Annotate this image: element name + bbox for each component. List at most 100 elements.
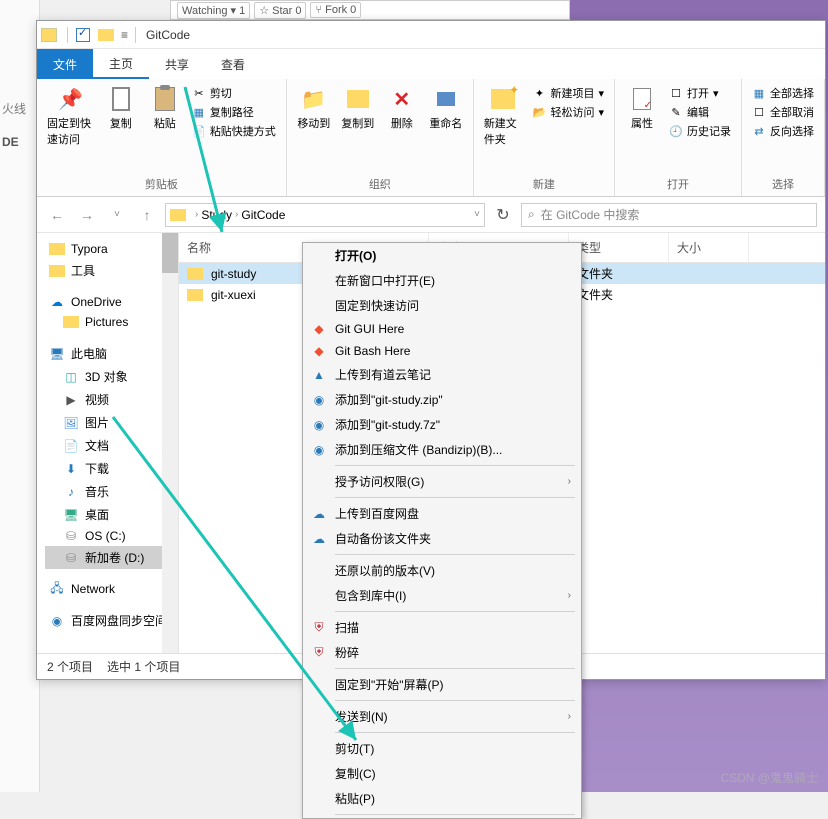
paste-shortcut-button[interactable]: 📄粘贴快捷方式: [192, 123, 276, 139]
context-menu-item[interactable]: ◆Git GUI Here: [303, 318, 581, 340]
folder-icon: [41, 28, 57, 42]
context-menu-item[interactable]: 授予访问权限(G)›: [303, 469, 581, 494]
tree-item[interactable]: ⛁OS (C:): [45, 526, 178, 546]
tree-item[interactable]: 🖧Network: [45, 579, 178, 599]
col-type[interactable]: 类型: [569, 233, 669, 262]
tree-item[interactable]: 🖼图片: [45, 411, 178, 434]
context-menu-item[interactable]: ⛨扫描: [303, 615, 581, 640]
forward-button[interactable]: →: [75, 203, 99, 227]
breadcrumb[interactable]: Study: [201, 208, 232, 222]
tree-pane: Typora工具 ☁OneDrivePictures 🖥此电脑◫3D 对象▶视频🖼图…: [37, 233, 179, 653]
moveto-icon: 📁: [300, 85, 328, 113]
baidu-icon: ☁: [311, 506, 327, 522]
delete-button[interactable]: ✕删除: [381, 83, 423, 174]
chevron-down-icon[interactable]: ˅: [474, 209, 480, 220]
open-button[interactable]: ☐打开 ▾: [669, 85, 731, 101]
folder-icon: [187, 289, 203, 301]
context-menu-item[interactable]: ☁自动备份该文件夹: [303, 526, 581, 551]
edit-button[interactable]: ✎编辑: [669, 104, 731, 120]
history-button[interactable]: 🕘历史记录: [669, 123, 731, 139]
context-menu-item[interactable]: ◉添加到压缩文件 (Bandizip)(B)...: [303, 437, 581, 462]
invert-button[interactable]: ⇄反向选择: [752, 123, 814, 139]
copy-button[interactable]: 复制: [100, 83, 142, 174]
properties-button[interactable]: 属性: [621, 83, 663, 174]
easyaccess-button[interactable]: 📂轻松访问 ▾: [532, 104, 604, 120]
col-size[interactable]: 大小: [669, 233, 749, 262]
copyto-button[interactable]: 复制到: [337, 83, 379, 174]
baidu-icon: ☁: [311, 531, 327, 547]
newfolder-button[interactable]: 新建文件夹: [480, 83, 527, 174]
context-menu-item[interactable]: ☁上传到百度网盘: [303, 501, 581, 526]
up-button[interactable]: ↑: [135, 203, 159, 227]
context-menu-item[interactable]: ◆Git Bash Here: [303, 340, 581, 362]
pin-button[interactable]: 📌固定到快速访问: [43, 83, 98, 174]
back-button[interactable]: ←: [45, 203, 69, 227]
recent-dropdown[interactable]: ˅: [105, 203, 129, 227]
cut-button[interactable]: ✂剪切: [192, 85, 276, 101]
dropdown-icon[interactable]: ≡: [121, 28, 128, 42]
selectnone-button[interactable]: ☐全部取消: [752, 104, 814, 120]
tree-item[interactable]: ♪音乐: [45, 480, 178, 503]
context-menu-item[interactable]: 粘贴(P): [303, 786, 581, 811]
properties-icon: [633, 88, 651, 110]
selectall-button[interactable]: ▦全部选择: [752, 85, 814, 101]
path-icon: ▦: [192, 105, 206, 119]
menu-view[interactable]: 查看: [205, 49, 261, 79]
breadcrumb[interactable]: GitCode: [241, 208, 285, 222]
context-menu-item[interactable]: 固定到快速访问: [303, 293, 581, 318]
search-input[interactable]: ⌕ 在 GitCode 中搜索: [521, 203, 817, 227]
scissors-icon: ✂: [192, 86, 206, 100]
context-menu-item[interactable]: 打开(O): [303, 243, 581, 268]
context-menu-item[interactable]: 还原以前的版本(V): [303, 558, 581, 583]
scrollbar[interactable]: [162, 233, 178, 653]
menu-home[interactable]: 主页: [93, 49, 149, 79]
tree-item[interactable]: 📄文档: [45, 434, 178, 457]
tree-item[interactable]: 工具: [45, 259, 178, 282]
folder-icon[interactable]: [98, 29, 114, 41]
titlebar: ≡ GitCode: [37, 21, 825, 49]
context-menu-item[interactable]: 发送到(N)›: [303, 704, 581, 729]
mcafee-icon: ⛨: [311, 645, 327, 661]
tree-item[interactable]: ◫3D 对象: [45, 365, 178, 388]
context-menu-item[interactable]: ◉添加到"git-study.zip": [303, 387, 581, 412]
context-menu-item[interactable]: ▲上传到有道云笔记: [303, 362, 581, 387]
context-menu-item[interactable]: 复制(C): [303, 761, 581, 786]
history-icon: 🕘: [669, 124, 683, 138]
tree-item[interactable]: 🖥此电脑: [45, 342, 178, 365]
newitem-button[interactable]: ✦新建项目 ▾: [532, 85, 604, 101]
git-multi-icon: ◆: [311, 321, 327, 337]
rename-icon: [437, 92, 455, 106]
tree-item[interactable]: ◉百度网盘同步空间: [45, 609, 178, 632]
group-label: 打开: [621, 174, 735, 196]
rename-button[interactable]: 重命名: [425, 83, 467, 174]
paste-icon: [155, 87, 175, 111]
delete-icon: ✕: [388, 85, 416, 113]
menubar: 文件 主页 共享 查看: [37, 49, 825, 79]
context-menu-item[interactable]: 包含到库中(I)›: [303, 583, 581, 608]
chevron-right-icon: ›: [568, 711, 571, 722]
tree-item[interactable]: Typora: [45, 239, 178, 259]
context-menu-item[interactable]: ◉添加到"git-study.7z": [303, 412, 581, 437]
paste-button[interactable]: 粘贴: [144, 83, 186, 174]
tree-item[interactable]: Pictures: [45, 312, 178, 332]
menu-share[interactable]: 共享: [149, 49, 205, 79]
invert-icon: ⇄: [752, 124, 766, 138]
refresh-button[interactable]: ↻: [491, 203, 515, 227]
menu-file[interactable]: 文件: [37, 49, 93, 79]
copypath-button[interactable]: ▦复制路径: [192, 104, 276, 120]
open-icon: ☐: [669, 86, 683, 100]
qa-checkbox-icon[interactable]: [76, 28, 90, 42]
group-label: 剪贴板: [43, 174, 280, 196]
tree-item[interactable]: ⛁新加卷 (D:): [45, 546, 178, 569]
context-menu-item[interactable]: 剪切(T): [303, 736, 581, 761]
context-menu-item[interactable]: 在新窗口中打开(E): [303, 268, 581, 293]
context-menu-item[interactable]: ⛨粉碎: [303, 640, 581, 665]
copyto-icon: [347, 90, 369, 108]
tree-item[interactable]: 🖥桌面: [45, 503, 178, 526]
context-menu-item[interactable]: 固定到"开始"屏幕(P): [303, 672, 581, 697]
address-bar[interactable]: › Study › GitCode ˅: [165, 203, 485, 227]
tree-item[interactable]: ⬇下载: [45, 457, 178, 480]
tree-item[interactable]: ☁OneDrive: [45, 292, 178, 312]
tree-item[interactable]: ▶视频: [45, 388, 178, 411]
moveto-button[interactable]: 📁移动到: [293, 83, 335, 174]
